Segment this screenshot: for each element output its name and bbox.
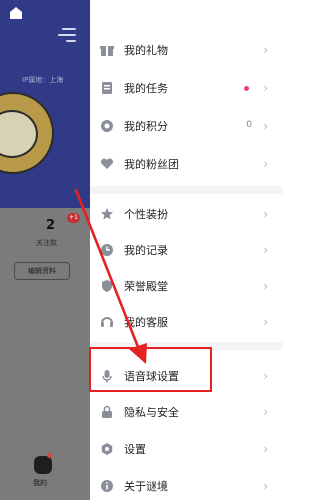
- menu-item-honor-hall[interactable]: 荣誉殿堂 ›: [90, 268, 282, 304]
- new-task-dot: [244, 86, 249, 91]
- honor-icon: [102, 280, 112, 292]
- menu-item-label: 关于谜境: [124, 480, 168, 493]
- avatar-face: [0, 110, 38, 158]
- menu-item-customer-service[interactable]: 我的客服 ›: [90, 304, 282, 340]
- chevron-right-icon: ›: [263, 157, 268, 171]
- menu-item-label: 隐私与安全: [124, 406, 179, 419]
- menu-item-my-gifts[interactable]: 我的礼物 ›: [90, 32, 282, 68]
- menu-item-label: 我的记录: [124, 244, 168, 257]
- follow-count[interactable]: 2: [46, 218, 55, 233]
- menu-item-label: 我的客服: [124, 316, 168, 329]
- fan-club-icon: [100, 158, 114, 169]
- gift-icon: [100, 46, 114, 56]
- bottom-tab-me-label[interactable]: 我的: [33, 478, 47, 488]
- info-icon: [101, 480, 113, 492]
- menu-item-dressup[interactable]: 个性装扮 ›: [90, 196, 282, 232]
- chevron-right-icon: ›: [263, 119, 268, 133]
- chevron-right-icon: ›: [263, 207, 268, 221]
- ip-location-text: IP属地：上海: [22, 76, 64, 84]
- menu-item-privacy-security[interactable]: 隐私与安全 ›: [90, 394, 282, 430]
- background-profile-page: IP属地：上海 2 +1 关注数 编辑资料 我的: [0, 0, 90, 500]
- points-value: 0: [246, 120, 252, 130]
- chevron-right-icon: ›: [263, 279, 268, 293]
- record-icon: [101, 244, 113, 256]
- bottom-tab-me-icon[interactable]: [34, 453, 52, 474]
- menu-item-fan-club[interactable]: 我的粉丝团 ›: [90, 146, 282, 182]
- chevron-right-icon: ›: [263, 442, 268, 456]
- chevron-right-icon: ›: [263, 81, 268, 95]
- menu-item-label: 我的积分: [124, 120, 168, 133]
- highlight-annotation-box: [89, 347, 212, 392]
- chevron-right-icon: ›: [263, 369, 268, 383]
- menu-item-label: 我的礼物: [124, 44, 168, 57]
- chevron-right-icon: ›: [263, 479, 268, 493]
- follow-label: 关注数: [36, 239, 57, 247]
- menu-item-label: 设置: [124, 443, 146, 456]
- side-drawer: 我的礼物 › 我的任务 › 我的积分 0 › 我的粉丝团 › 个性装扮 › 我的…: [90, 0, 282, 500]
- menu-item-label: 荣誉殿堂: [124, 280, 168, 293]
- edit-profile-button[interactable]: 编辑资料: [14, 262, 70, 280]
- section-divider: [90, 186, 282, 194]
- menu-item-label: 我的任务: [124, 82, 168, 95]
- menu-item-my-points[interactable]: 我的积分 0 ›: [90, 108, 282, 144]
- menu-item-my-tasks[interactable]: 我的任务 ›: [90, 70, 282, 106]
- menu-item-settings[interactable]: 设置 ›: [90, 431, 282, 467]
- points-icon: [101, 120, 113, 132]
- chevron-right-icon: ›: [263, 405, 268, 419]
- notification-badge: +1: [67, 213, 80, 223]
- chevron-right-icon: ›: [263, 43, 268, 57]
- settings-icon: [101, 443, 113, 455]
- task-icon: [102, 82, 112, 94]
- menu-item-about[interactable]: 关于谜境 ›: [90, 468, 282, 504]
- chevron-right-icon: ›: [263, 315, 268, 329]
- chevron-right-icon: ›: [263, 243, 268, 257]
- dressup-icon: [101, 208, 113, 220]
- service-icon: [101, 317, 113, 327]
- menu-icon[interactable]: [58, 28, 76, 44]
- menu-item-label: 个性装扮: [124, 208, 168, 221]
- home-icon[interactable]: [8, 6, 24, 20]
- menu-item-records[interactable]: 我的记录 ›: [90, 232, 282, 268]
- lock-icon: [102, 405, 112, 418]
- menu-item-label: 我的粉丝团: [124, 158, 179, 171]
